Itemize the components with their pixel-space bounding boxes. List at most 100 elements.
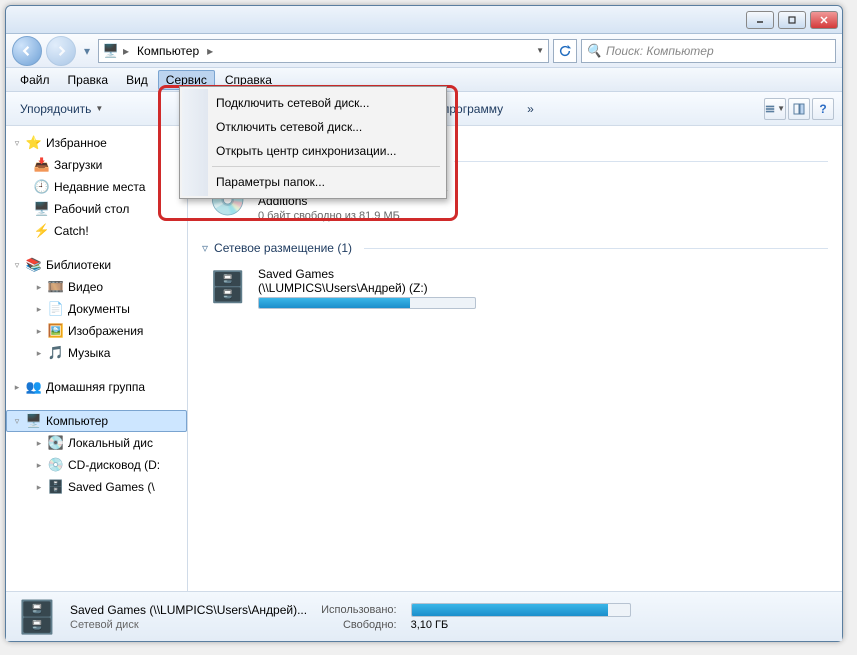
tree-catch[interactable]: ⚡ Catch! <box>6 220 187 242</box>
menu-map-network-drive[interactable]: Подключить сетевой диск... <box>182 91 444 115</box>
expander-icon[interactable]: ▸ <box>34 460 44 471</box>
bolt-icon: ⚡ <box>34 223 50 239</box>
chevron-down-icon: ▼ <box>95 104 103 113</box>
video-icon: 🎞️ <box>48 279 64 295</box>
address-bar[interactable]: 🖥️ ▸ Компьютер ▸ ▼ <box>98 39 549 63</box>
tree-computer[interactable]: ▿ 🖥️ Компьютер <box>6 410 187 432</box>
library-icon: 📚 <box>26 257 42 273</box>
view-details-button[interactable]: ▼ <box>764 98 786 120</box>
expander-icon[interactable]: ▸ <box>34 438 44 449</box>
tree-label: Библиотеки <box>46 258 111 272</box>
network-drive-icon: 🗄️ <box>16 596 58 638</box>
desktop-icon: 🖥️ <box>34 201 50 217</box>
status-usage-bar <box>411 603 631 617</box>
menu-edit[interactable]: Правка <box>60 70 117 90</box>
drive-name: Saved Games (\\LUMPICS\Users\Андрей) (Z:… <box>258 267 476 295</box>
tree-homegroup[interactable]: ▸ 👥 Домашняя группа <box>6 376 187 398</box>
toolbar-overflow[interactable]: » <box>521 98 540 120</box>
tree-label: Изображения <box>68 324 143 338</box>
preview-pane-button[interactable] <box>788 98 810 120</box>
document-icon: 📄 <box>48 301 64 317</box>
tree-music[interactable]: ▸ 🎵 Музыка <box>6 342 187 364</box>
titlebar <box>6 6 842 34</box>
status-type: Сетевой диск <box>70 619 307 631</box>
maximize-button[interactable] <box>778 11 806 29</box>
navbar: ▾ 🖥️ ▸ Компьютер ▸ ▼ 🔍 Поиск: Компьютер <box>6 34 842 68</box>
status-usage-fill <box>412 604 608 616</box>
tree-desktop[interactable]: 🖥️ Рабочий стол <box>6 198 187 220</box>
tree-documents[interactable]: ▸📄Документы <box>6 298 187 320</box>
tree-label: Компьютер <box>46 414 108 428</box>
tree-pictures[interactable]: ▸🖼️Изображения <box>6 320 187 342</box>
expander-icon[interactable]: ▸ <box>34 282 44 293</box>
tree-network-drive[interactable]: ▸ 🗄️ Saved Games (\ <box>6 476 187 498</box>
network-drive-icon: 🗄️ <box>208 267 248 307</box>
expander-icon[interactable]: ▿ <box>12 416 22 427</box>
tree-label: Музыка <box>68 346 110 360</box>
drive-network-z[interactable]: 🗄️ Saved Games (\\LUMPICS\Users\Андрей) … <box>202 261 482 315</box>
close-button[interactable] <box>810 11 838 29</box>
status-free-label: Свободно: <box>321 619 397 631</box>
nav-history-dropdown[interactable]: ▾ <box>80 37 94 65</box>
help-button[interactable]: ? <box>812 98 834 120</box>
status-used-label: Использовано: <box>321 604 397 616</box>
status-free-val: 3,10 ГБ <box>411 619 631 631</box>
tree-label: Видео <box>68 280 103 294</box>
nav-pane: ▿ ⭐ Избранное 📥Загрузки 🕘Недавние места … <box>6 126 188 591</box>
computer-icon: 🖥️ <box>26 413 42 429</box>
tree-label: Локальный дис <box>68 436 153 450</box>
menu-view[interactable]: Вид <box>118 70 156 90</box>
section-title: Сетевое размещение (1) <box>214 241 352 255</box>
music-icon: 🎵 <box>48 345 64 361</box>
expander-icon[interactable]: ▿ <box>12 260 22 271</box>
tree-label: Saved Games (\ <box>68 480 155 494</box>
collapse-icon[interactable]: ▿ <box>202 241 208 255</box>
organize-button[interactable]: Упорядочить ▼ <box>14 98 109 120</box>
usage-bar <box>258 297 476 309</box>
forward-button[interactable] <box>46 36 76 66</box>
tree-video[interactable]: ▸ 🎞️ Видео <box>6 276 187 298</box>
tree-downloads[interactable]: 📥 Загрузки <box>6 154 187 176</box>
tree-label: Рабочий стол <box>54 202 129 216</box>
menu-folder-options[interactable]: Параметры папок... <box>182 170 444 194</box>
organize-label: Упорядочить <box>20 102 91 116</box>
tree-libraries[interactable]: ▿ 📚 Библиотеки <box>6 254 187 276</box>
menu-open-sync-center[interactable]: Открыть центр синхронизации... <box>182 139 444 163</box>
folder-icon: 📥 <box>34 157 50 173</box>
breadcrumb-item[interactable]: Компьютер <box>133 42 203 60</box>
tree-label: Catch! <box>54 224 89 238</box>
service-menu-dropdown: Подключить сетевой диск... Отключить сет… <box>179 86 447 199</box>
expander-icon[interactable]: ▸ <box>34 348 44 359</box>
network-drive-icon: 🗄️ <box>48 479 64 495</box>
address-dropdown-icon[interactable]: ▼ <box>536 46 544 55</box>
back-button[interactable] <box>12 36 42 66</box>
tree-favorites[interactable]: ▿ ⭐ Избранное <box>6 132 187 154</box>
menu-file[interactable]: Файл <box>12 70 58 90</box>
menu-disconnect-network-drive[interactable]: Отключить сетевой диск... <box>182 115 444 139</box>
drive-free-text: 0 байт свободно из 81,9 МБ <box>258 210 476 222</box>
tree-label: Загрузки <box>54 158 102 172</box>
tree-local-disk[interactable]: ▸💽Локальный дис <box>6 432 187 454</box>
expander-icon[interactable]: ▿ <box>12 138 22 149</box>
expander-icon[interactable]: ▸ <box>12 382 22 393</box>
tree-label: CD-дисковод (D: <box>68 458 160 472</box>
search-icon: 🔍 <box>586 43 602 59</box>
star-icon: ⭐ <box>26 135 42 151</box>
view-switcher: ▼ ? <box>764 98 834 120</box>
section-network[interactable]: ▿ Сетевое размещение (1) <box>202 241 828 255</box>
tree-cd-drive[interactable]: ▸ 💿 CD-дисковод (D: <box>6 454 187 476</box>
expander-icon[interactable]: ▸ <box>34 482 44 493</box>
refresh-button[interactable] <box>553 39 577 63</box>
breadcrumb-sep: ▸ <box>207 44 213 58</box>
expander-icon[interactable]: ▸ <box>34 326 44 337</box>
search-box[interactable]: 🔍 Поиск: Компьютер <box>581 39 836 63</box>
statusbar: 🗄️ Saved Games (\\LUMPICS\Users\Андрей).… <box>6 591 842 641</box>
cd-icon: 💿 <box>48 457 64 473</box>
minimize-button[interactable] <box>746 11 774 29</box>
expander-icon[interactable]: ▸ <box>34 304 44 315</box>
homegroup-icon: 👥 <box>26 379 42 395</box>
tree-recent[interactable]: 🕘Недавние места <box>6 176 187 198</box>
tree-label: Избранное <box>46 136 107 150</box>
breadcrumb-sep: ▸ <box>123 44 129 58</box>
tree-label: Домашняя группа <box>46 380 145 394</box>
